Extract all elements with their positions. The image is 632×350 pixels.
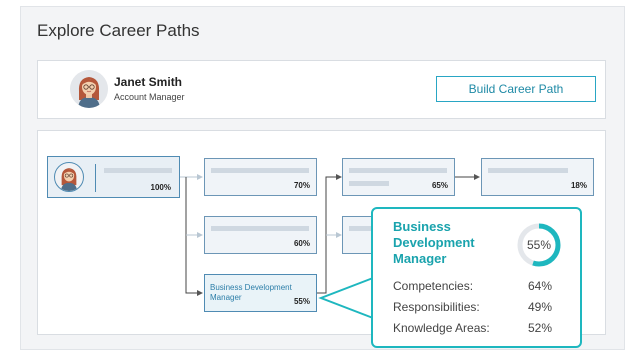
stat-row-competencies: Competencies: 64% [393,279,568,293]
stat-value: 52% [528,321,553,335]
role-detail-popup: Business Development Manager 55% Compete… [371,207,582,348]
match-percent: 55% [526,238,552,252]
stat-label: Competencies: [393,279,474,293]
stat-value: 64% [528,279,553,293]
popup-title: Business Development Manager [393,219,475,266]
stat-row-knowledge-areas: Knowledge Areas: 52% [393,321,568,335]
stat-label: Knowledge Areas: [393,321,490,335]
stat-value: 49% [528,300,553,314]
stat-row-responsibilities: Responsibilities: 49% [393,300,568,314]
stat-label: Responsibilities: [393,300,480,314]
